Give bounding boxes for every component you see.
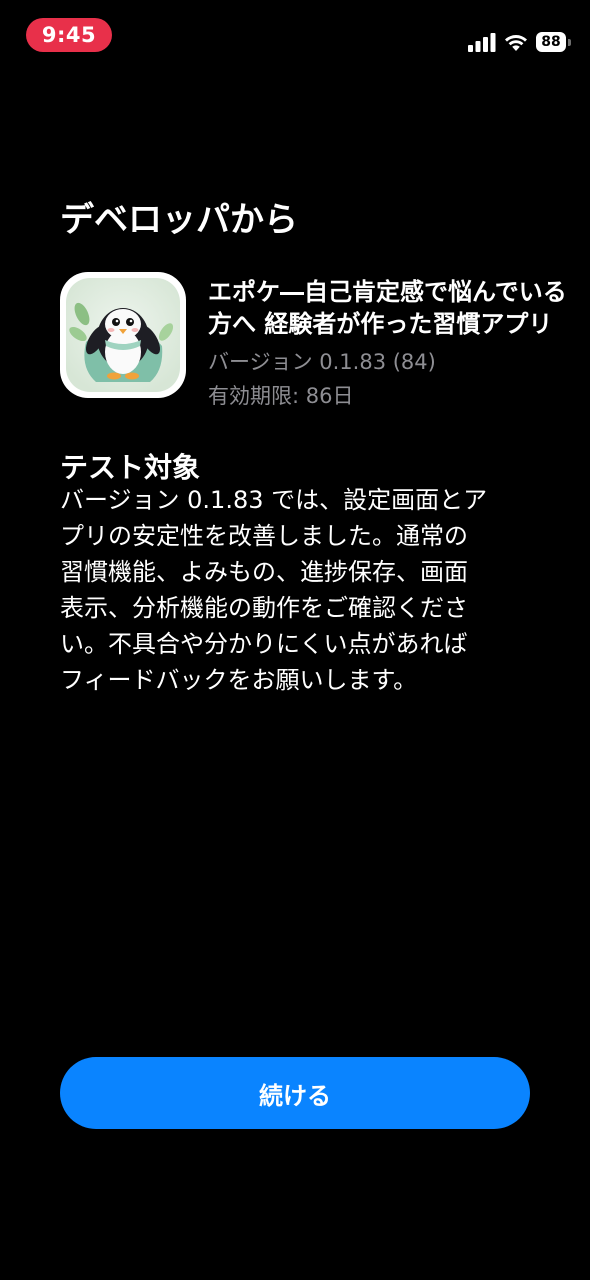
app-name-line: 方へ 経験者が作った習慣アプリ [208,310,553,338]
status-bar: 9:45 88 [0,0,590,80]
what-to-test-body: バージョン 0.1.83 では、設定画面とア プリの安定性を改善しました。通常の… [60,482,500,698]
app-name: エポケ―自己肯定感で悩んでいる 方へ 経験者が作った習慣アプリ [208,276,588,340]
battery-tip [568,39,571,46]
cellular-signal-icon [468,33,496,52]
app-expiry: 有効期限: 86日 [208,384,354,408]
penguin-app-icon [60,272,186,398]
what-to-test-line: 習慣機能、よみもの、進捗保存、画面 [60,558,468,586]
what-to-test-title: テスト対象 [60,451,201,484]
battery-icon: 88 [536,32,572,52]
continue-button[interactable]: 続ける [60,1057,530,1129]
what-to-test-line: プリの安定性を改善しました。通常の [60,522,468,550]
what-to-test-line: フィードバックをお願いします。 [60,666,418,694]
app-name-line: エポケ―自己肯定感で悩んでいる [208,278,567,306]
battery-level: 88 [536,32,566,52]
page-title: デベロッパから [60,200,298,240]
what-to-test-line: い。不具合や分かりにくい点があれば [60,630,468,658]
app-version: バージョン 0.1.83 (84) [208,350,436,374]
status-time[interactable]: 9:45 [26,18,112,52]
wifi-icon [505,35,527,51]
what-to-test-line: バージョン 0.1.83 では、設定画面とア [60,486,488,514]
what-to-test-line: 表示、分析機能の動作をご確認くださ [60,594,468,622]
